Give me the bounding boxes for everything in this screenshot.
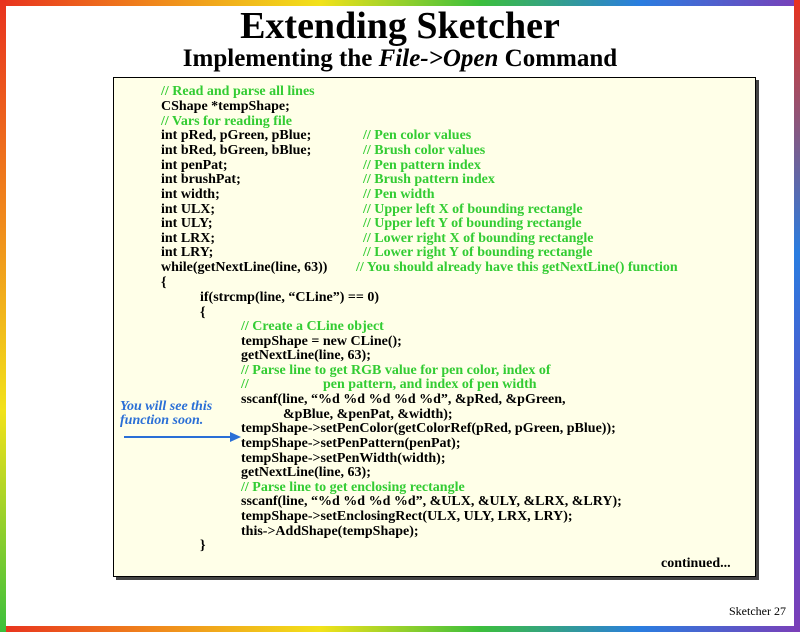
callout-line: function soon. [120,413,204,428]
code-comment: // Pen pattern index [363,158,481,173]
code-line: // Parse line to get enclosing rectangle [241,480,465,495]
code-comment: // Pen color values [363,128,472,143]
slide-footer: Sketcher 27 [729,604,786,618]
code-line: // Create a CLine object [241,319,384,334]
code-line: this->AddShape(tempShape); [241,524,419,539]
continued-label: continued... [661,556,731,571]
code-line: int bRed, bGreen, bBlue; [161,143,312,158]
code-line: sscanf(line, “%d %d %d %d %d”, &pRed, &p… [241,392,566,407]
code-line: int width; [161,187,220,202]
code-line: // Parse line to get RGB value for pen c… [241,363,551,378]
code-line: int ULX; [161,202,216,217]
code-comment: // Brush pattern index [363,172,495,187]
subtitle-text-after: Command [498,45,618,72]
code-line: getNextLine(line, 63); [241,465,371,480]
code-line: int LRX; [161,231,216,246]
code-comment: pen pattern, and index of pen width [323,377,537,392]
code-comment: // Upper left X of bounding rectangle [363,202,583,217]
rainbow-border-right [794,0,800,632]
code-line: if(strcmp(line, “CLine”) == 0) [200,290,380,305]
code-line: int ULY; [161,216,213,231]
code-line: while(getNextLine(line, 63)) [161,260,328,275]
callout-arrow-icon [124,432,241,442]
code-line: // Read and parse all lines [161,84,315,99]
code-line: getNextLine(line, 63); [241,348,371,363]
code-line: // Vars for reading file [161,114,292,129]
code-comment: // Brush color values [363,143,486,158]
code-line: tempShape->setPenWidth(width); [241,451,446,466]
code-comment: // Lower right X of bounding rectangle [363,231,594,246]
code-line: int pRed, pGreen, pBlue; [161,128,312,143]
code-line: sscanf(line, “%d %d %d %d”, &ULX, &ULY, … [241,494,622,509]
code-line: &pBlue, &penPat, &width); [283,407,453,422]
slide-title: Extending Sketcher [240,5,560,47]
code-line: int LRY; [161,245,214,260]
code-line: int penPat; [161,158,228,173]
code-line: tempShape->setPenColor(getColorRef(pRed,… [241,421,616,436]
code-line: tempShape->setEnclosingRect(ULX, ULY, LR… [241,509,573,524]
rainbow-border-left [0,0,6,632]
subtitle-emphasis: File->Open [378,45,499,72]
slide-subtitle: Implementing the File->Open Command [0,44,800,74]
callout-note: You will see this function soon. [120,400,250,428]
code-line: // [241,377,249,392]
code-line: { [161,275,167,290]
code-comment: // Pen width [363,187,435,202]
subtitle-text-before: Implementing the [182,45,379,72]
code-line: tempShape->setPenPattern(penPat); [241,436,461,451]
code-line: int brushPat; [161,172,241,187]
code-line: { [200,305,206,320]
callout-line: You will see this [120,399,213,414]
code-comment: // You should already have this getNextL… [356,260,678,275]
code-line: tempShape = new CLine(); [241,334,402,349]
rainbow-border-bottom [0,626,800,632]
code-comment: // Lower right Y of bounding rectangle [363,245,593,260]
code-line: CShape *tempShape; [161,99,290,114]
code-line: } [200,538,206,553]
code-comment: // Upper left Y of bounding rectangle [363,216,582,231]
